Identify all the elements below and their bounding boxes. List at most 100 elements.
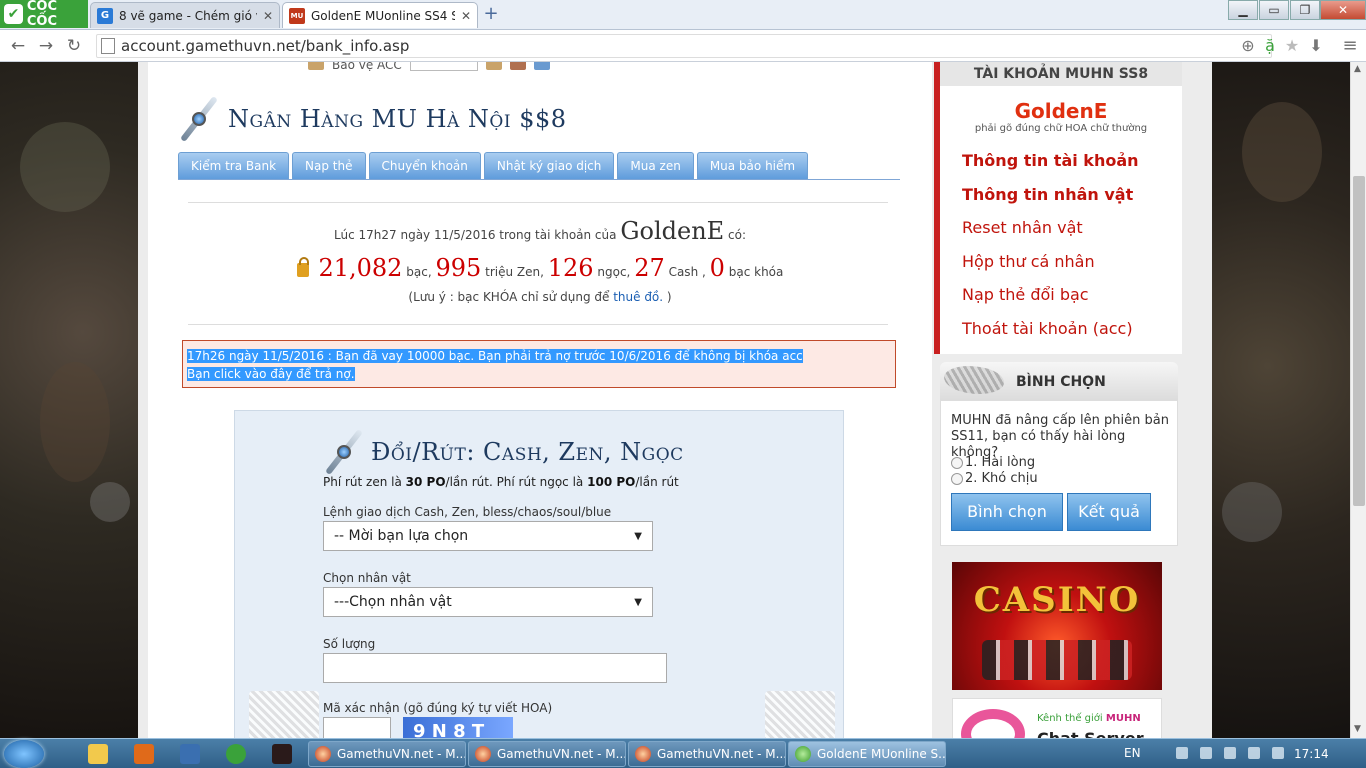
vote-header: BÌNH CHỌN (940, 362, 1178, 400)
minimize-button[interactable]: ▁ (1228, 0, 1258, 20)
shield-icon (308, 62, 324, 70)
character-select[interactable]: ---Chọn nhân vật ▼ (323, 587, 653, 617)
toolbar-icon[interactable] (509, 62, 526, 70)
explorer-icon[interactable] (88, 744, 108, 764)
tab-mua-zen[interactable]: Mua zen (617, 152, 694, 179)
action-center-icon[interactable] (1200, 747, 1212, 759)
coccoc-logo-icon: ✔ (4, 4, 23, 24)
tab-nhat-ky[interactable]: Nhật ký giao dịch (483, 152, 615, 179)
language-indicator[interactable]: EN (1124, 746, 1141, 760)
tab-goldene[interactable]: MU GoldenE MUonline SS4 SS8 ✕ (282, 2, 478, 28)
coccoc-icon[interactable] (226, 744, 246, 764)
volume-icon[interactable] (1248, 747, 1260, 759)
address-bar: ← → ↻ account.gamethuvn.net/bank_info.as… (0, 30, 1366, 62)
tab-close-icon[interactable]: ✕ (461, 9, 471, 23)
result-button[interactable]: Kết quả (1067, 493, 1151, 531)
vertical-scrollbar[interactable]: ▲ ▼ (1350, 62, 1366, 738)
repay-link[interactable]: Bạn click vào đây để trả nợ. (187, 367, 355, 381)
quantity-input[interactable] (323, 653, 667, 683)
chat-server-banner[interactable]: Kênh thế giới MUHN Chat Server (952, 698, 1162, 738)
zoom-icon[interactable]: ⊕ (1238, 36, 1258, 56)
restore-button[interactable]: ▭ (1259, 0, 1289, 20)
battery-icon[interactable] (1272, 747, 1284, 759)
taskbar-item-active[interactable]: GoldenE MUonline S... (788, 741, 946, 767)
vote-option-1[interactable]: 1. Hài lòng (951, 455, 1035, 470)
menu-logout[interactable]: Thoát tài khoản (acc) (962, 312, 1182, 346)
tab-mua-bao-hiem[interactable]: Mua bảo hiểm (696, 152, 809, 179)
divider (188, 202, 888, 203)
tab-nap-the[interactable]: Nạp thẻ (292, 152, 366, 179)
tab-chem-gio[interactable]: G 8 vẽ game - Chém gió vui ✕ (90, 2, 280, 28)
character-select-value: ---Chọn nhân vật (334, 594, 452, 610)
radio-icon[interactable] (951, 456, 963, 469)
ngoc-amount: 126 (547, 254, 594, 282)
forward-icon[interactable]: → (36, 36, 56, 56)
page: Bảo vệ ACC Ngân Hàng MU Hà Nội $$8 Kiểm … (138, 62, 1212, 738)
start-button[interactable] (4, 740, 44, 768)
scroll-thumb[interactable] (1353, 176, 1365, 506)
tray-expand-icon[interactable] (1176, 747, 1188, 759)
taskbar-item-label: GamethuVN.net - M... (497, 747, 626, 761)
radio-icon[interactable] (951, 472, 963, 485)
casino-text: CASINO (973, 580, 1141, 620)
menu-account-info[interactable]: Thông tin tài khoản (962, 144, 1182, 178)
new-tab-button[interactable]: + (482, 5, 500, 23)
app-icon[interactable] (180, 744, 200, 764)
media-player-icon[interactable] (134, 744, 154, 764)
vote-button[interactable]: Bình chọn (951, 493, 1063, 531)
tab-kiem-tra-bank[interactable]: Kiểm tra Bank (178, 152, 290, 179)
top-input[interactable] (409, 62, 478, 71)
bookmark-star-icon[interactable]: ★ (1282, 36, 1302, 56)
loan-alert[interactable]: 17h26 ngày 11/5/2016 : Bạn đã vay 10000 … (182, 340, 896, 388)
menu-icon[interactable]: ≡ (1340, 36, 1360, 56)
balance-header: Lúc 17h27 ngày 11/5/2016 trong tài khoản… (148, 217, 932, 245)
taskbar: GamethuVN.net - M... GamethuVN.net - M..… (0, 738, 1366, 768)
toolbar-icon[interactable] (533, 62, 550, 70)
exchange-heading: Đổi/Rút: Cash, Zen, Ngọc (371, 438, 684, 466)
vote-option-2[interactable]: 2. Khó chịu (951, 471, 1038, 486)
tab-chuyen-khoan[interactable]: Chuyển khoản (368, 152, 481, 179)
tab-close-icon[interactable]: ✕ (263, 9, 273, 23)
close-button[interactable]: ✕ (1320, 0, 1366, 20)
translate-icon[interactable]: ặ (1260, 36, 1280, 56)
menu-reset-character[interactable]: Reset nhân vật (962, 211, 1182, 245)
locked-note: (Lưu ý : bạc KHÓA chỉ sử dụng để thuê đồ… (148, 290, 932, 304)
sidebar-username: GoldenE (1014, 99, 1108, 123)
command-select[interactable]: -- Mời bạn lựa chọn ▼ (323, 521, 653, 551)
exchange-title: Đổi/Rút: Cash, Zen, Ngọc (323, 425, 684, 479)
download-icon[interactable]: ⬇ (1306, 36, 1326, 56)
back-icon[interactable]: ← (8, 36, 28, 56)
browser-brand[interactable]: ✔ CỐC CỐC (0, 0, 88, 29)
command-select-value: -- Mời bạn lựa chọn (334, 528, 469, 544)
vote-option-label: 1. Hài lòng (965, 455, 1036, 470)
cash-amount: 27 (634, 254, 665, 282)
dragon-ornament (249, 691, 319, 738)
menu-inbox[interactable]: Hộp thư cá nhân (962, 245, 1182, 279)
tab-favicon-icon: G (97, 7, 113, 24)
scroll-up-icon[interactable]: ▲ (1354, 64, 1361, 74)
clock[interactable]: 17:14 (1294, 747, 1329, 761)
coccoc-app-icon (795, 746, 811, 762)
rent-link[interactable]: thuê đồ. (613, 290, 663, 304)
toolbar-icon[interactable] (485, 62, 502, 70)
network-icon[interactable] (1224, 747, 1236, 759)
note-text: (Lưu ý : bạc KHÓA chỉ sử dụng để (408, 290, 610, 304)
taskbar-item[interactable]: GamethuVN.net - M... (628, 741, 786, 767)
casino-banner[interactable]: CASINO (952, 562, 1162, 690)
vote-panel: MUHN đã nâng cấp lên phiên bản SS11, bạn… (940, 400, 1178, 546)
chevron-down-icon: ▼ (634, 530, 642, 542)
mu-game-icon[interactable] (272, 744, 292, 764)
url-field[interactable]: account.gamethuvn.net/bank_info.asp (96, 34, 1272, 58)
menu-character-info[interactable]: Thông tin nhân vật (962, 178, 1182, 212)
fee-text: Phí rút zen là 30 PO/lần rút. Phí rút ng… (323, 475, 679, 489)
captcha-input[interactable] (323, 717, 391, 738)
protect-acc-label[interactable]: Bảo vệ ACC (332, 62, 402, 72)
menu-topup[interactable]: Nạp thẻ đổi bạc (962, 278, 1182, 312)
captcha-label: Mã xác nhận (gõ đúng ký tự viết HOA) (323, 701, 553, 715)
taskbar-item[interactable]: GamethuVN.net - M... (308, 741, 466, 767)
taskbar-item[interactable]: GamethuVN.net - M... (468, 741, 626, 767)
maximize-button[interactable]: ❐ (1290, 0, 1320, 20)
brand-label: CỐC CỐC (26, 0, 58, 29)
scroll-down-icon[interactable]: ▼ (1354, 724, 1361, 734)
reload-icon[interactable]: ↻ (64, 36, 84, 56)
